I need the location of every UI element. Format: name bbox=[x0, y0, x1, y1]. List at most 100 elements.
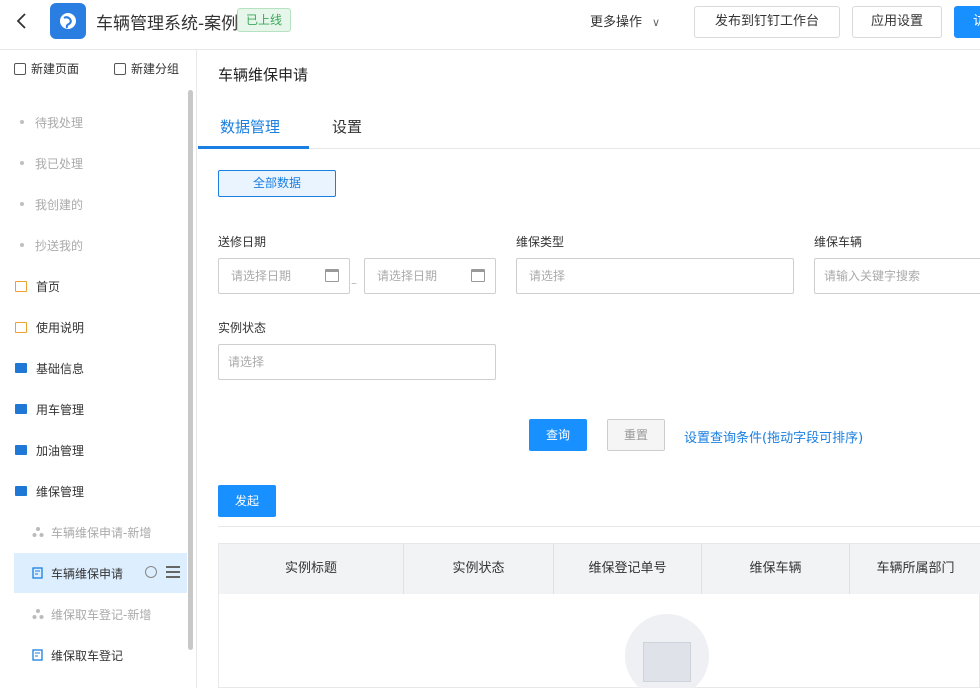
new-group-button[interactable]: 新建分组 bbox=[114, 60, 179, 77]
new-page-button[interactable]: 新建页面 bbox=[14, 60, 79, 77]
all-data-filter[interactable]: 全部数据 bbox=[218, 170, 336, 197]
add-page-icon bbox=[14, 62, 26, 75]
page-title: 车辆维保申请 bbox=[218, 66, 309, 84]
maint-type-label: 维保类型 bbox=[516, 235, 565, 249]
sidebar-item-pickup[interactable]: 维保取车登记 bbox=[14, 635, 187, 675]
sidebar-item-created[interactable]: 我创建的 bbox=[14, 184, 187, 224]
main-content: 车辆维保申请 数据管理 设置 全部数据 送修日期 请选择日期 – 请选择日期 维… bbox=[198, 50, 980, 688]
top-header: 车辆管理系统-案例 已上线 更多操作 ∨ 发布到钉钉工作台 应用设置 访 bbox=[0, 0, 980, 50]
sidebar-item-pickup-new[interactable]: 维保取车登记-新增 bbox=[14, 594, 187, 634]
sidebar-item-processed[interactable]: 我已处理 bbox=[14, 143, 187, 183]
add-folder-icon bbox=[114, 62, 126, 75]
tab-bar: 数据管理 设置 bbox=[198, 106, 980, 149]
globe-icon bbox=[60, 13, 76, 29]
tab-data-management[interactable]: 数据管理 bbox=[220, 116, 280, 137]
app-title: 车辆管理系统-案例 bbox=[96, 14, 239, 34]
visit-button[interactable]: 访 bbox=[954, 6, 980, 38]
calendar-icon bbox=[471, 269, 485, 282]
sidebar-item-label: 抄送我的 bbox=[35, 238, 84, 253]
bullet-icon bbox=[20, 161, 24, 165]
sidebar-item-pending[interactable]: 待我处理 bbox=[14, 102, 187, 142]
sidebar-item-label: 基础信息 bbox=[36, 361, 85, 376]
app-settings-button[interactable]: 应用设置 bbox=[852, 6, 942, 38]
instance-status-placeholder: 请选择 bbox=[228, 355, 265, 369]
sidebar-item-maint-apply-new[interactable]: 车辆维保申请-新增 bbox=[14, 512, 187, 552]
folder-icon bbox=[15, 363, 27, 373]
form-icon bbox=[32, 649, 43, 661]
column-header-vehicle[interactable]: 维保车辆 bbox=[702, 544, 850, 594]
maint-vehicle-label: 维保车辆 bbox=[814, 235, 863, 249]
date-end-input[interactable]: 请选择日期 bbox=[364, 258, 496, 294]
date-range-separator: – bbox=[351, 276, 357, 290]
sidebar-item-label: 加油管理 bbox=[36, 443, 85, 458]
active-tab-indicator bbox=[198, 146, 309, 149]
sidebar: 新建页面 新建分组 待我处理 我已处理 我创建的 抄送我的 首页 使用说明 基础… bbox=[0, 50, 197, 688]
page-icon bbox=[15, 321, 27, 333]
column-header-title[interactable]: 实例标题 bbox=[219, 544, 404, 594]
sidebar-item-vehicle-use[interactable]: 用车管理 bbox=[14, 389, 187, 429]
sidebar-item-maint-apply[interactable]: 车辆维保申请 bbox=[14, 553, 187, 593]
publish-dingtalk-button[interactable]: 发布到钉钉工作台 bbox=[694, 6, 840, 38]
reset-button[interactable]: 重置 bbox=[607, 419, 665, 451]
sidebar-item-cc[interactable]: 抄送我的 bbox=[14, 225, 187, 265]
sidebar-scrollbar[interactable] bbox=[188, 90, 193, 650]
people-icon bbox=[32, 609, 44, 619]
bullet-icon bbox=[20, 202, 24, 206]
sidebar-item-label: 首页 bbox=[36, 279, 61, 294]
empty-state-icon bbox=[625, 614, 709, 688]
calendar-icon bbox=[325, 269, 339, 282]
date-start-input[interactable]: 请选择日期 bbox=[218, 258, 350, 294]
maint-type-select[interactable]: 请选择 bbox=[516, 258, 794, 294]
maint-vehicle-search[interactable]: 请输入关键字搜索 bbox=[814, 258, 980, 294]
new-page-label: 新建页面 bbox=[31, 62, 80, 76]
send-date-label: 送修日期 bbox=[218, 235, 267, 249]
sidebar-item-label: 维保取车登记-新增 bbox=[51, 607, 152, 622]
new-group-label: 新建分组 bbox=[131, 62, 180, 76]
sidebar-item-label: 车辆维保申请 bbox=[51, 566, 124, 581]
empty-box-icon bbox=[643, 642, 691, 682]
sidebar-item-label: 维保取车登记 bbox=[51, 648, 124, 663]
maint-type-placeholder: 请选择 bbox=[529, 269, 566, 283]
bullet-icon bbox=[20, 243, 24, 247]
sidebar-item-label: 维保管理 bbox=[36, 484, 85, 499]
status-badge: 已上线 bbox=[237, 8, 292, 32]
sidebar-actions: 新建页面 新建分组 bbox=[0, 60, 197, 82]
drag-handle-icon[interactable] bbox=[166, 566, 180, 578]
sidebar-item-label: 待我处理 bbox=[35, 115, 84, 130]
folder-icon bbox=[15, 445, 27, 455]
sidebar-item-basic-info[interactable]: 基础信息 bbox=[14, 348, 187, 388]
query-button[interactable]: 查询 bbox=[529, 419, 587, 451]
column-header-maint-no[interactable]: 维保登记单号 bbox=[554, 544, 702, 594]
sidebar-item-home[interactable]: 首页 bbox=[14, 266, 187, 306]
date-end-placeholder: 请选择日期 bbox=[377, 269, 438, 283]
folder-icon bbox=[15, 404, 27, 414]
folder-open-icon bbox=[15, 486, 27, 496]
chevron-down-icon: ∨ bbox=[652, 16, 661, 29]
instance-status-label: 实例状态 bbox=[218, 321, 267, 335]
maint-vehicle-placeholder: 请输入关键字搜索 bbox=[824, 269, 921, 283]
column-header-status[interactable]: 实例状态 bbox=[404, 544, 554, 594]
back-arrow-icon[interactable] bbox=[12, 11, 32, 31]
sidebar-item-fuel[interactable]: 加油管理 bbox=[14, 430, 187, 470]
app-logo bbox=[50, 3, 86, 39]
page-icon bbox=[15, 280, 27, 292]
form-icon bbox=[32, 567, 43, 579]
sidebar-item-label: 我创建的 bbox=[35, 197, 84, 212]
more-operations-dropdown[interactable]: 更多操作 ∨ bbox=[590, 11, 660, 30]
date-start-placeholder: 请选择日期 bbox=[231, 269, 292, 283]
configure-query-link[interactable]: 设置查询条件(拖动字段可排序) bbox=[684, 427, 863, 446]
sidebar-item-label: 用车管理 bbox=[36, 402, 85, 417]
tab-settings[interactable]: 设置 bbox=[332, 116, 362, 137]
launch-button[interactable]: 发起 bbox=[218, 485, 276, 517]
sidebar-item-label: 车辆维保申请-新增 bbox=[51, 525, 152, 540]
divider bbox=[218, 526, 980, 527]
data-table: 实例标题 实例状态 维保登记单号 维保车辆 车辆所属部门 bbox=[218, 543, 980, 688]
bullet-icon bbox=[20, 120, 24, 124]
sidebar-item-maintenance[interactable]: 维保管理 bbox=[14, 471, 187, 511]
gear-icon[interactable] bbox=[145, 566, 157, 578]
people-icon bbox=[32, 527, 44, 537]
table-header: 实例标题 实例状态 维保登记单号 维保车辆 车辆所属部门 bbox=[219, 544, 980, 594]
column-header-department[interactable]: 车辆所属部门 bbox=[850, 544, 980, 594]
sidebar-item-guide[interactable]: 使用说明 bbox=[14, 307, 187, 347]
instance-status-select[interactable]: 请选择 bbox=[218, 344, 496, 380]
